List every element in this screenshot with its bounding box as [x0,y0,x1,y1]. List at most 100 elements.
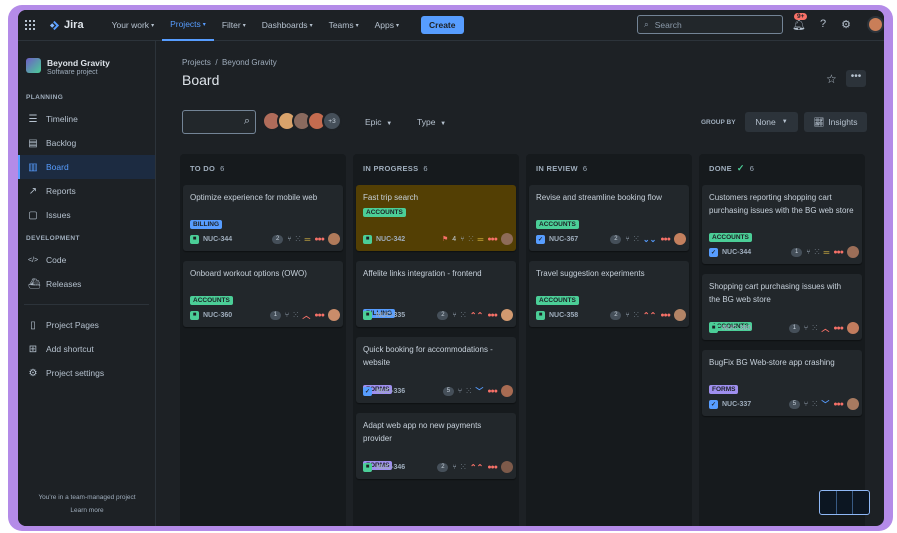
board-search-input[interactable]: ⌕ [182,110,256,134]
branch-icon: ⑂ [803,400,809,408]
assignee-avatar[interactable] [674,309,686,321]
issue-card[interactable]: Adapt web app no new payments provider FO… [356,413,516,479]
jira-logo[interactable]: Jira [49,19,84,31]
story-icon: ■ [190,310,199,320]
breadcrumb-projects[interactable]: Projects [182,58,211,67]
issue-card[interactable]: Customers reporting shopping cart purcha… [702,185,862,264]
group-by-select[interactable]: None ▼ [745,112,798,132]
sidebar-item-code[interactable]: </> Code [18,248,155,272]
issue-key[interactable]: NUC-335 [376,312,405,319]
branch-icon: ⑂ [452,463,457,471]
sidebar-item-backlog[interactable]: ▤ Backlog [18,131,155,155]
priority-lowest-icon: ⌄⌄ [642,234,657,244]
insights-button[interactable]: 📈︎ Insights [804,112,867,132]
nav-dashboards[interactable]: Dashboards ▾ [254,10,321,41]
issue-card[interactable]: Revise and streamline booking flow ACCOUN… [529,185,689,251]
create-button[interactable]: Create [421,16,464,34]
help-icon[interactable]: ? [815,16,831,32]
breadcrumb: Projects / Beyond Gravity [182,58,277,67]
sidebar-item-timeline[interactable]: ☰ Timeline [18,107,155,131]
column-name: DONE [709,163,732,173]
issue-key[interactable]: NUC-346 [376,464,405,471]
sidebar-item-reports[interactable]: ↗ Reports [18,179,155,203]
search-input[interactable]: ⌕ Search [637,15,783,34]
planning-list: ☰ Timeline ▤ Backlog ▥ Board ↗ Reports ▢ Issues [18,107,155,227]
floating-panel-button[interactable] [819,490,870,515]
issue-card[interactable]: Quick booking for accommodations - websi… [356,337,516,403]
timeline-icon: ☰ [28,113,38,125]
breadcrumb-project[interactable]: Beyond Gravity [222,58,277,67]
issue-key[interactable]: NUC-360 [203,312,232,319]
sidebar-item-label: Backlog [46,138,77,148]
app-switcher-icon[interactable] [25,20,35,30]
story-icon: ■ [536,310,545,320]
assignee-avatar[interactable] [328,309,340,321]
project-name: Beyond Gravity [47,58,110,68]
sidebar-item-board[interactable]: ▥ Board [18,155,155,179]
nav-filter[interactable]: Filter ▾ [214,10,254,41]
issue-card[interactable]: Affelite links integration - frontend BIL… [356,261,516,327]
issue-key[interactable]: NUC-336 [376,388,405,395]
progress-dots-icon: ●●● [833,248,844,256]
sidebar-item-project-pages[interactable]: ▯ Project Pages [18,313,155,337]
issue-card[interactable]: Onboard workout options (OWO) ACCOUNTS ■ NU… [183,261,343,327]
issue-key[interactable]: NUC-367 [549,236,578,243]
nav-your-work[interactable]: Your work ▾ [104,10,163,41]
sidebar-item-issues[interactable]: ▢ Issues [18,203,155,227]
branch-icon: ⑂ [287,235,292,243]
issue-card[interactable]: Travel suggestion experiments ACCOUNTS ■ NU… [529,261,689,327]
more-avatars-button[interactable]: +3 [322,111,342,131]
card-footer: ✓ NUC-337 5 ⑂ ⵘ ﹀ ●●● [709,398,859,410]
nav-apps[interactable]: Apps ▾ [367,10,407,41]
assignee-avatar[interactable] [501,309,513,321]
type-filter[interactable]: Type ▼ [417,117,446,127]
issue-card[interactable]: Shopping cart purchasing issues with the… [702,274,862,340]
epic-filter[interactable]: Epic ▼ [365,117,392,127]
issue-key[interactable]: NUC-344 [203,236,232,243]
assignee-avatar[interactable] [328,233,340,245]
assignee-avatar[interactable] [501,233,513,245]
sidebar-item-label: Reports [46,186,76,196]
more-actions-button[interactable]: ••• [846,70,866,87]
issue-key[interactable]: NUC-358 [549,312,578,319]
issue-card[interactable]: Fast trip search ACCOUNTS ■ NUC-342 ⚑ 4 ⑂ ⵘ ═ ●●● [356,185,516,251]
learn-more-link[interactable]: Learn more [18,504,156,517]
issue-key[interactable]: NUC-360 [722,325,751,332]
star-icon[interactable]: ☆ [826,72,837,86]
card-label-badge: ACCOUNTS [363,207,406,217]
card-title: Optimize experience for mobile web [190,193,318,202]
settings-gear-icon[interactable]: ⚙ [838,16,854,32]
issue-card[interactable]: BugFix BG Web-store app crashing FORMS ✓ NU… [702,350,862,416]
subtasks-icon: ⵘ [814,249,820,256]
story-icon: ■ [363,310,372,320]
assignee-avatar[interactable] [674,233,686,245]
nav-projects[interactable]: Projects ▾ [162,10,214,41]
jira-app: Jira Your work ▾ Projects ▾ Filter ▾ Dashboard… [18,10,884,526]
assignee-avatar[interactable] [501,461,513,473]
sidebar-item-project-settings[interactable]: ⚙ Project settings [18,361,155,385]
issue-key[interactable]: NUC-342 [376,236,405,243]
assignee-avatar[interactable] [847,398,859,410]
project-header[interactable]: Beyond Gravity Software project [18,41,155,76]
card-title: Adapt web app no new payments provider [363,421,482,443]
issue-key[interactable]: NUC-344 [722,249,751,256]
task-icon: ✓ [363,386,372,396]
column-count: 6 [749,163,755,173]
issue-key[interactable]: NUC-337 [722,401,751,408]
assignee-avatar[interactable] [847,322,859,334]
nav-label: Filter [221,20,241,30]
nav-teams[interactable]: Teams ▾ [321,10,367,41]
sidebar-item-add-shortcut[interactable]: ⊞ Add shortcut [18,337,155,361]
nav-label: Dashboards [261,20,308,30]
chevron-down-icon: ▼ [440,121,447,127]
progress-dots-icon: ●●● [660,311,671,319]
assignee-avatar[interactable] [501,385,513,397]
user-avatar[interactable] [867,16,884,33]
reports-icon: ↗ [28,185,38,197]
assignee-avatar[interactable] [847,246,859,258]
issue-card[interactable]: Optimize experience for mobile web BILLIN… [183,185,343,251]
subtasks-icon: ⵘ [460,464,466,471]
sidebar-item-releases[interactable]: ⛴ Releases [18,272,155,296]
card-footer: ✓ NUC-336 5 ⑂ ⵘ ﹀ ●●● [363,385,513,397]
column-header: TO DO 6 [180,154,346,182]
